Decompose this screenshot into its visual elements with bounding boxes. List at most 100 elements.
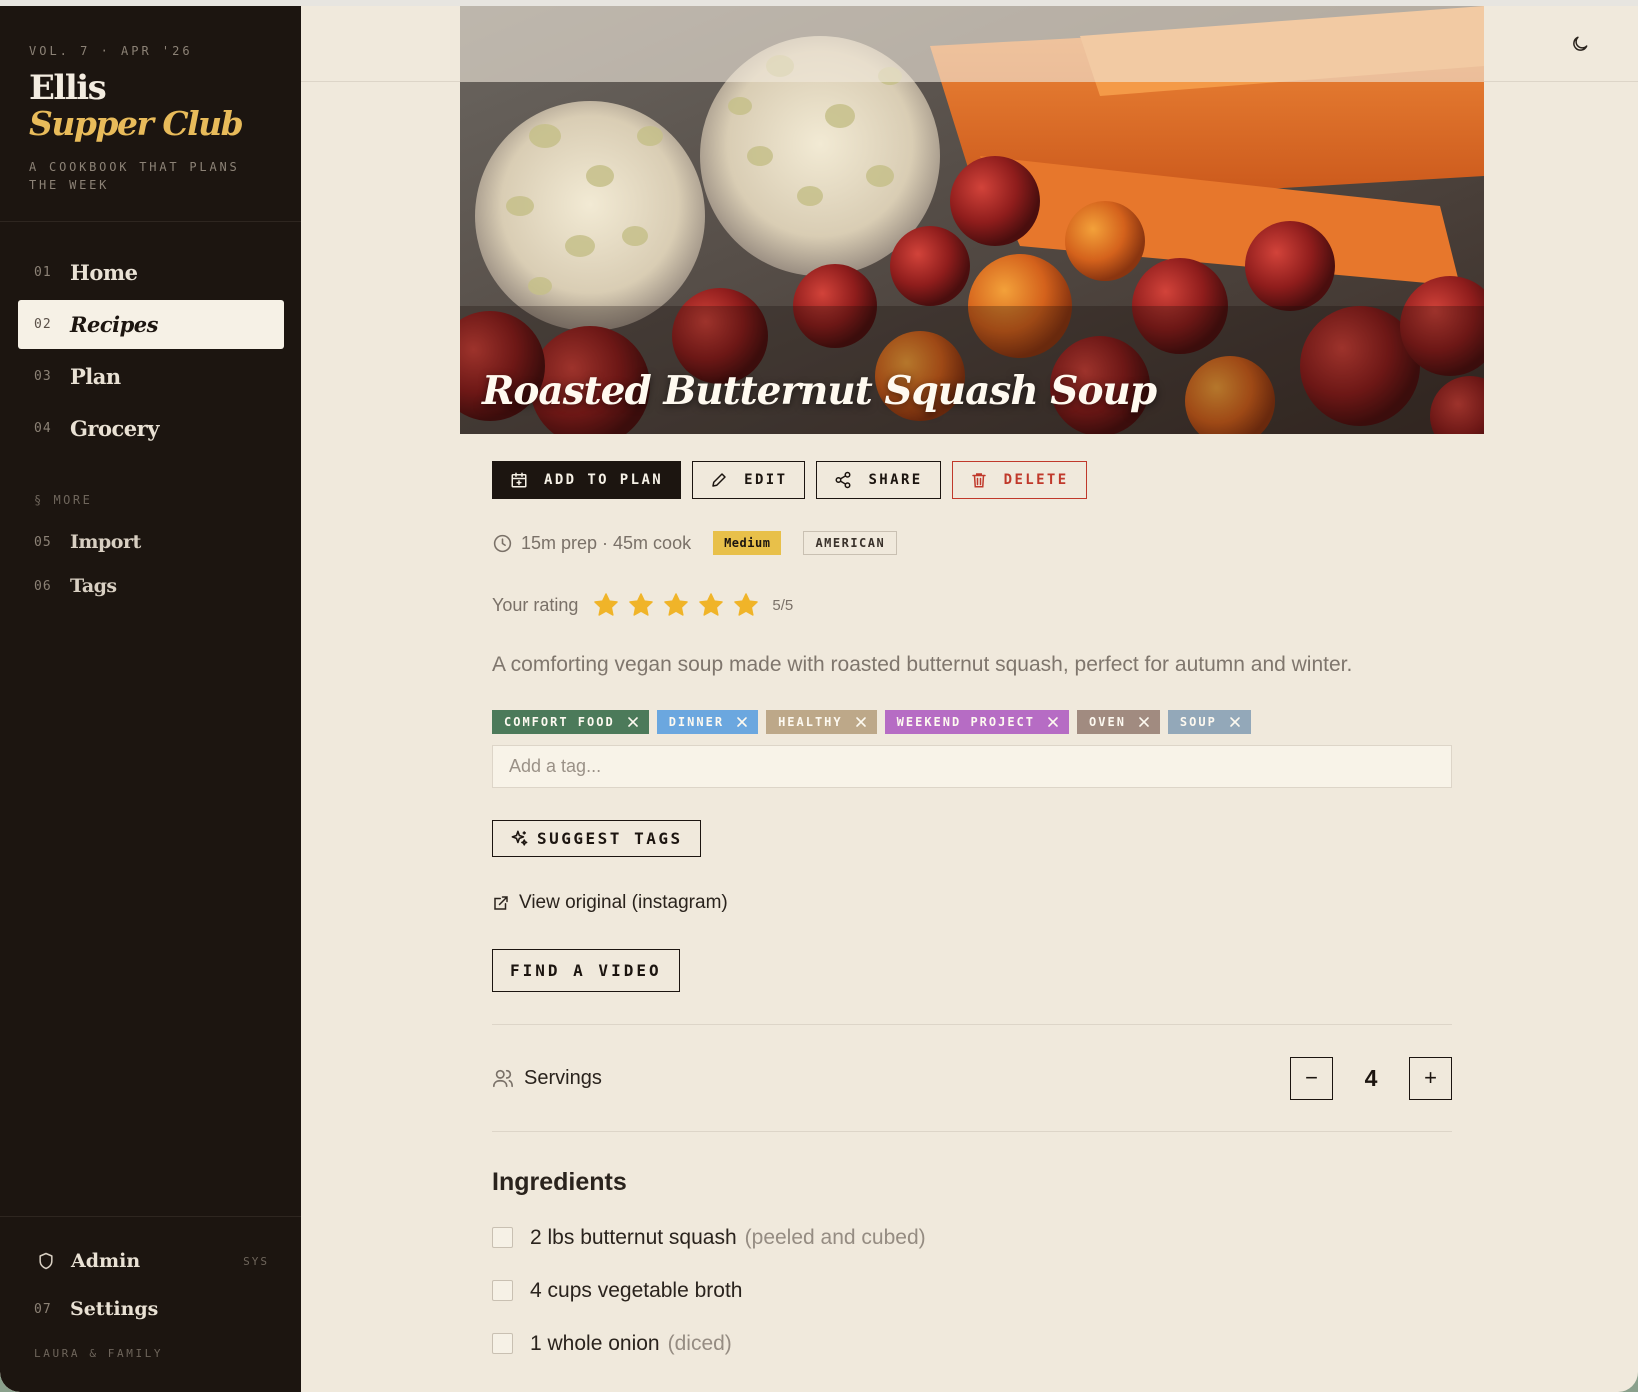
remove-tag-icon[interactable]	[1229, 716, 1241, 728]
nav-item-label: Grocery	[70, 416, 159, 441]
nav-item-number: 05	[34, 534, 52, 550]
tag-chip: HEALTHY	[766, 710, 877, 734]
nav-item-number: 02	[34, 317, 52, 332]
servings-row: Servings − 4 +	[492, 1025, 1452, 1131]
nav-item-number: 01	[34, 265, 52, 280]
brand-tagline: A COOKBOOK THAT PLANS THE WEEK	[29, 160, 240, 192]
nav-item-recipes[interactable]: 02 Recipes	[18, 300, 284, 349]
clock-icon	[493, 534, 512, 552]
nav-item-tags[interactable]: 06 Tags	[18, 565, 284, 607]
nav-item-number: 04	[34, 421, 52, 436]
users-icon	[493, 1069, 513, 1088]
star-icon[interactable]	[662, 591, 690, 619]
admin-badge: SYS	[243, 1254, 269, 1268]
ingredient-text: 2 lbs butternut squash	[530, 1225, 737, 1249]
view-original-label: View original (instagram)	[519, 892, 728, 913]
household-label: LAURA & FAMILY	[34, 1347, 164, 1360]
nav-item-label: Home	[70, 260, 138, 285]
ingredient-note: (diced)	[667, 1331, 732, 1355]
nav-item-settings[interactable]: 07 Settings	[0, 1285, 301, 1333]
tag-label: WEEKEND PROJECT	[896, 715, 1036, 729]
recipe-actions: ADD TO PLAN EDIT SHARE DELETE	[492, 461, 1452, 499]
rating-row: Your rating 5/5	[492, 591, 1452, 619]
nav-item-label: Recipes	[70, 312, 158, 337]
ingredient-text: 1 whole onion	[530, 1331, 660, 1355]
nav-item-label: Import	[70, 531, 141, 553]
brand-block: VOL. 7 · APR '26 Ellis Supper Club A COO…	[0, 6, 301, 222]
app-window: VOL. 7 · APR '26 Ellis Supper Club A COO…	[0, 6, 1638, 1392]
star-icon[interactable]	[627, 591, 655, 619]
main-nav: 01 Home 02 Recipes 03 Plan 04 Grocery § …	[0, 222, 301, 607]
find-video-button[interactable]: FIND A VIDEO	[492, 949, 680, 992]
edit-button[interactable]: EDIT	[692, 461, 806, 499]
tag-label: DINNER	[668, 715, 725, 729]
nav-item-label: Tags	[70, 575, 117, 597]
rating-label: Your rating	[492, 594, 579, 615]
nav-item-label: Admin	[71, 1250, 141, 1272]
tag-chip: SOUP	[1167, 710, 1251, 734]
servings-count: 4	[1364, 1064, 1378, 1091]
view-original-link[interactable]: View original (instagram)	[492, 890, 1452, 916]
remove-tag-icon[interactable]	[627, 716, 639, 728]
suggest-tags-button[interactable]: SUGGEST TAGS	[492, 820, 701, 857]
nav-item-plan[interactable]: 03 Plan	[18, 352, 284, 401]
tag-chip: WEEKEND PROJECT	[884, 710, 1070, 734]
remove-tag-icon[interactable]	[1047, 716, 1059, 728]
star-icon[interactable]	[732, 591, 760, 619]
tag-label: SOUP	[1179, 715, 1217, 729]
nav-item-admin[interactable]: Admin SYS	[0, 1237, 301, 1285]
sidebar: VOL. 7 · APR '26 Ellis Supper Club A COO…	[0, 6, 301, 1392]
servings-decrement-button[interactable]: −	[1290, 1056, 1333, 1100]
difficulty-badge: Medium	[713, 531, 782, 555]
tag-label: COMFORT FOOD	[504, 715, 615, 729]
cuisine-badge: AMERICAN	[803, 531, 898, 555]
nav-item-number: 06	[34, 578, 52, 594]
share-label: SHARE	[868, 472, 923, 488]
tag-list: COMFORT FOOD DINNER HEALTHY WEEKEND PROJECT…	[492, 710, 1452, 734]
brand-name-line2: Supper Club	[29, 104, 244, 143]
remove-tag-icon[interactable]	[736, 716, 748, 728]
recipe-content: ADD TO PLAN EDIT SHARE DELETE 15m prep ·…	[492, 461, 1452, 1370]
nav-item-number: 07	[34, 1301, 52, 1317]
add-to-plan-button[interactable]: ADD TO PLAN	[492, 461, 682, 499]
sidebar-footer: Admin SYS 07 Settings LAURA & FAMILY	[0, 1216, 301, 1392]
servings-increment-button[interactable]: +	[1409, 1056, 1452, 1100]
sparkles-icon	[511, 830, 528, 846]
ingredient-checkbox[interactable]	[492, 1280, 513, 1301]
hero-header-overlay	[460, 6, 1484, 82]
tag-chip: COMFORT FOOD	[492, 710, 649, 734]
recipe-description: A comforting vegan soup made with roaste…	[492, 653, 1353, 676]
brand-name-line1: Ellis	[29, 68, 107, 108]
nav-item-grocery[interactable]: 04 Grocery	[18, 404, 284, 453]
nav-item-import[interactable]: 05 Import	[18, 521, 284, 563]
ingredient-text: 4 cups vegetable broth	[530, 1278, 743, 1302]
tag-chip: OVEN	[1077, 710, 1160, 734]
nav-item-home[interactable]: 01 Home	[18, 248, 284, 297]
find-video-label: FIND A VIDEO	[510, 961, 662, 980]
ingredient-checkbox[interactable]	[492, 1333, 513, 1354]
edit-label: EDIT	[744, 472, 788, 488]
shield-icon	[39, 1252, 53, 1270]
nav-item-label: Settings	[70, 1298, 159, 1320]
star-icon[interactable]	[697, 591, 725, 619]
ingredient-list: 2 lbs butternut squash (peeled and cubed)…	[492, 1211, 1452, 1370]
remove-tag-icon[interactable]	[1138, 716, 1150, 728]
add-to-plan-label: ADD TO PLAN	[544, 472, 664, 488]
moon-icon[interactable]	[1570, 34, 1590, 54]
volume-label: VOL. 7 · APR '26	[29, 44, 193, 58]
ingredient-checkbox[interactable]	[492, 1227, 513, 1248]
cook-time: 15m prep · 45m cook	[521, 532, 692, 553]
ingredient-item: 4 cups vegetable broth	[492, 1264, 1452, 1317]
share-button[interactable]: SHARE	[816, 461, 941, 499]
servings-label: Servings	[524, 1066, 602, 1089]
add-tag-input[interactable]	[492, 745, 1452, 788]
delete-button[interactable]: DELETE	[951, 461, 1087, 499]
star-rating	[592, 591, 767, 619]
ingredient-note: (peeled and cubed)	[744, 1225, 926, 1249]
star-icon[interactable]	[592, 591, 620, 619]
recipe-hero-image: Roasted Butternut Squash Soup	[460, 6, 1484, 434]
calendar-plus-icon	[511, 472, 527, 488]
tag-chip: DINNER	[656, 710, 759, 734]
recipe-meta: 15m prep · 45m cook Medium AMERICAN	[492, 530, 1452, 556]
remove-tag-icon[interactable]	[855, 716, 867, 728]
